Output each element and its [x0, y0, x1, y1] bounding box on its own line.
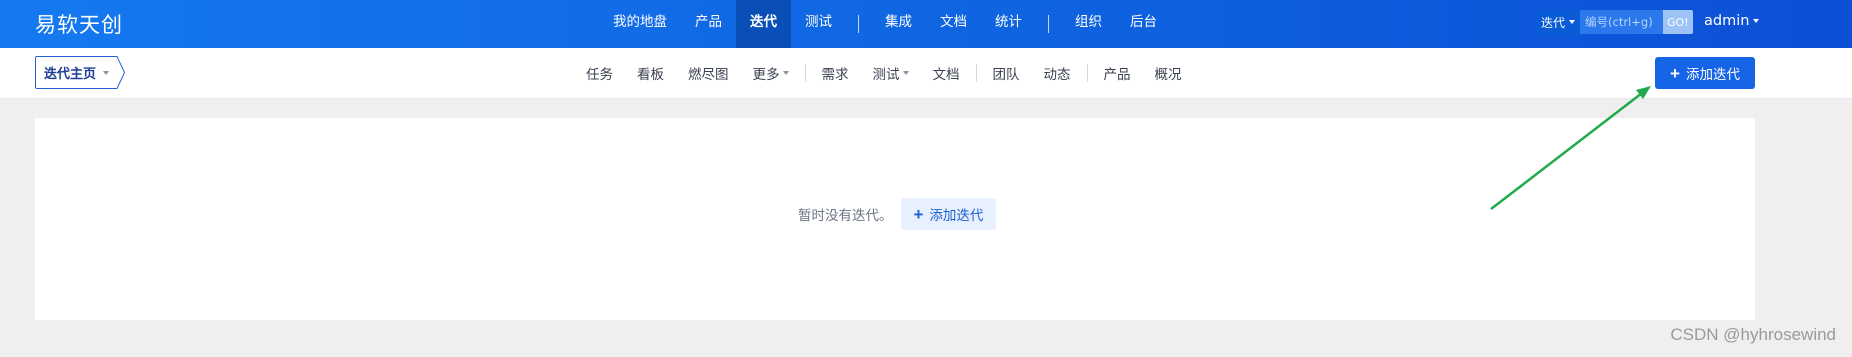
plus-icon: +: [913, 204, 924, 224]
add-iteration-empty-label: 添加迭代: [929, 208, 984, 223]
sub-nav-divider: [804, 64, 806, 82]
add-iteration-label: 添加迭代: [1685, 67, 1740, 82]
nav-item-doc[interactable]: 文档: [926, 0, 981, 48]
empty-state-text: 暂时没有迭代。: [798, 208, 893, 224]
sub-nav-doc[interactable]: 文档: [921, 63, 972, 83]
user-menu[interactable]: admin: [1704, 13, 1760, 29]
nav-item-integration[interactable]: 集成: [871, 0, 926, 48]
sub-nav-label: 团队: [992, 67, 1020, 83]
sub-nav-label: 产品: [1103, 67, 1131, 83]
chevron-down-icon: [103, 70, 110, 75]
global-search: 迭代 GO!: [1536, 10, 1693, 34]
chevron-down-icon: [1753, 19, 1760, 23]
sub-nav-divider: [1086, 64, 1088, 82]
sub-nav-product[interactable]: 产品: [1092, 63, 1143, 83]
nav-divider: [858, 15, 859, 33]
sub-nav-label: 测试: [872, 67, 900, 83]
sub-nav-story[interactable]: 需求: [810, 63, 861, 83]
sub-header: 迭代主页 任务 看板 燃尽图 更多 需求 测试 文档 团队 动态 产品 概况 +…: [0, 48, 1852, 99]
watermark-text: CSDN @hyhrosewind: [1670, 325, 1836, 344]
nav-item-org[interactable]: 组织: [1061, 0, 1116, 48]
main-nav: 我的地盘 产品 迭代 测试 集成 文档 统计 组织 后台: [599, 0, 1171, 48]
breadcrumb: 迭代主页: [35, 56, 116, 89]
sub-nav-label: 任务: [586, 67, 613, 83]
add-iteration-button[interactable]: + 添加迭代: [1655, 57, 1755, 89]
chevron-down-icon: [782, 71, 789, 75]
chevron-down-icon: [1569, 20, 1576, 24]
search-input[interactable]: [1580, 10, 1664, 34]
nav-divider: [1048, 15, 1049, 33]
sub-nav: 任务 看板 燃尽图 更多 需求 测试 文档 团队 动态 产品 概况: [574, 48, 1194, 98]
sub-nav-label: 看板: [637, 67, 664, 83]
sub-nav-overview[interactable]: 概况: [1143, 63, 1194, 83]
sub-nav-label: 动态: [1043, 67, 1071, 83]
sub-nav-kanban[interactable]: 看板: [625, 63, 676, 83]
sub-nav-label: 更多: [752, 67, 780, 83]
sub-nav-burndown[interactable]: 燃尽图: [676, 63, 741, 83]
sub-nav-more[interactable]: 更多: [741, 63, 801, 83]
user-name: admin: [1704, 13, 1750, 29]
top-header: 易软天创 我的地盘 产品 迭代 测试 集成 文档 统计 组织 后台 迭代 GO!…: [0, 0, 1852, 48]
nav-item-product[interactable]: 产品: [681, 0, 736, 48]
brand-logo[interactable]: 易软天创: [35, 9, 123, 39]
iteration-list-panel: 暂时没有迭代。 + 添加迭代: [35, 118, 1755, 320]
nav-item-admin[interactable]: 后台: [1116, 0, 1171, 48]
sub-nav-label: 文档: [932, 67, 960, 83]
plus-icon: +: [1670, 63, 1680, 83]
sub-nav-team[interactable]: 团队: [981, 63, 1032, 83]
nav-item-iteration[interactable]: 迭代: [736, 0, 791, 48]
search-go-button[interactable]: GO!: [1663, 10, 1693, 34]
sub-nav-task[interactable]: 任务: [574, 63, 625, 83]
sub-nav-label: 燃尽图: [688, 67, 729, 83]
add-iteration-empty-button[interactable]: + 添加迭代: [900, 198, 997, 230]
breadcrumb-arrow-icon: [115, 56, 126, 89]
sub-nav-test[interactable]: 测试: [861, 63, 921, 83]
sub-nav-divider: [975, 64, 977, 82]
sub-nav-label: 需求: [821, 67, 849, 83]
breadcrumb-dropdown[interactable]: 迭代主页: [35, 56, 126, 89]
empty-state: 暂时没有迭代。 + 添加迭代: [798, 198, 997, 230]
chevron-down-icon: [902, 71, 909, 75]
nav-item-test[interactable]: 测试: [791, 0, 846, 48]
sub-nav-label: 概况: [1154, 67, 1182, 83]
sub-nav-dynamic[interactable]: 动态: [1032, 63, 1083, 83]
search-type-label: 迭代: [1541, 15, 1566, 30]
search-type-select[interactable]: 迭代: [1536, 10, 1581, 34]
nav-item-stats[interactable]: 统计: [981, 0, 1036, 48]
breadcrumb-label: 迭代主页: [44, 67, 97, 82]
nav-item-my-dashboard[interactable]: 我的地盘: [599, 0, 681, 48]
